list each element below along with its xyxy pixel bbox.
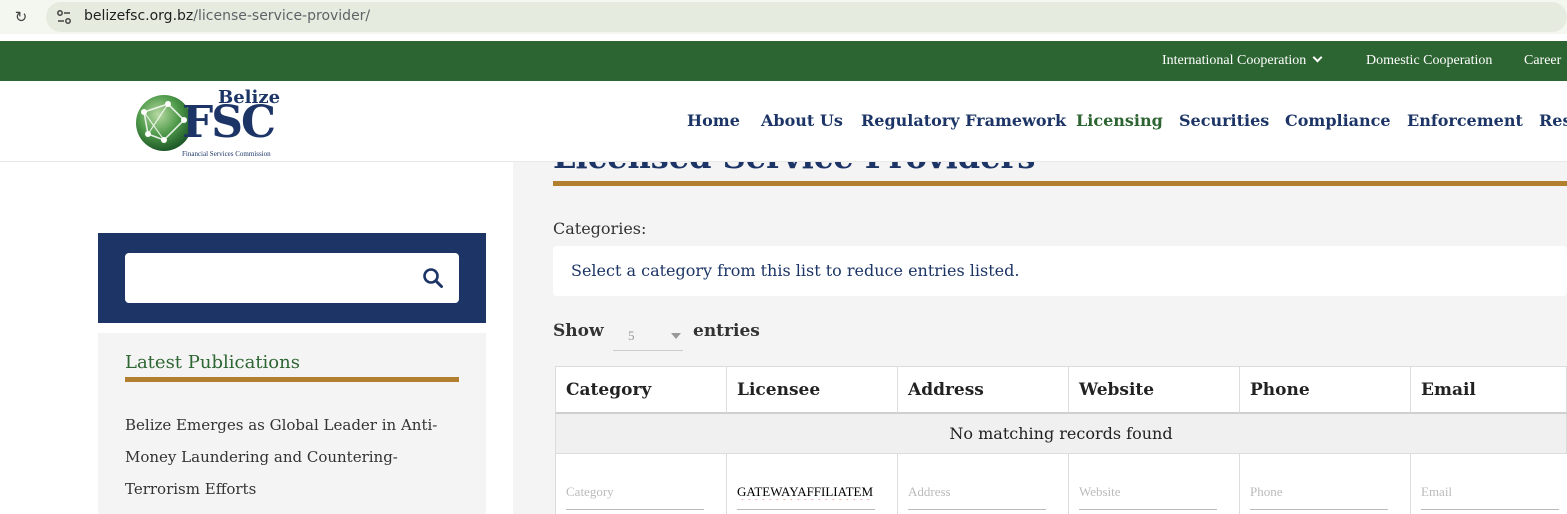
sidebar-search-panel: [98, 233, 486, 323]
latest-publications-panel: Latest Publications Belize Emerges as Gl…: [98, 333, 486, 514]
chevron-down-icon: [1312, 52, 1323, 63]
column-header-website[interactable]: Website: [1069, 367, 1240, 413]
divider: [553, 181, 1567, 186]
nav-item-resources[interactable]: Res: [1539, 111, 1567, 130]
category-select[interactable]: Select a category from this list to redu…: [553, 246, 1567, 296]
filter-cell: [727, 454, 898, 514]
table-header-row: Category Licensee Address Website Phone …: [555, 366, 1567, 414]
divider: [125, 377, 459, 382]
logo-subtitle: Financial Services Commission: [182, 150, 271, 158]
logo-fsc-text: FSC: [182, 97, 276, 148]
address-bar[interactable]: belizefsc.org.bz/license-service-provide…: [46, 2, 1567, 32]
topbar-item-domestic-cooperation[interactable]: Domestic Cooperation: [1366, 53, 1492, 69]
nav-item-licensing[interactable]: Licensing: [1076, 111, 1163, 130]
search-icon[interactable]: [422, 267, 444, 289]
empty-table-message: No matching records found: [555, 414, 1567, 454]
website-filter-input[interactable]: [1079, 474, 1217, 510]
browser-toolbar: ↻ belizefsc.org.bz/license-service-provi…: [0, 0, 1567, 34]
filter-cell: [1411, 454, 1567, 514]
topbar-item-international-cooperation[interactable]: International Cooperation: [1162, 52, 1323, 69]
entries-value: 5: [628, 328, 635, 343]
column-gutter: [486, 162, 513, 514]
column-header-licensee[interactable]: Licensee: [727, 367, 898, 413]
caret-down-icon: [671, 333, 681, 339]
nav-item-home[interactable]: Home: [687, 111, 740, 130]
main-content: Licensed Service Providers Categories: S…: [513, 162, 1567, 514]
category-select-text: Select a category from this list to redu…: [571, 261, 1020, 280]
utility-bar: International Cooperation Domestic Coope…: [0, 41, 1567, 81]
entries-per-page-select[interactable]: 5: [613, 318, 683, 351]
entries-label: entries: [693, 321, 760, 341]
table-filter-row: [555, 454, 1567, 514]
licensee-filter-input[interactable]: [737, 474, 875, 510]
site-info-icon[interactable]: [56, 9, 72, 25]
topbar-item-label: International Cooperation: [1162, 53, 1307, 68]
search-input[interactable]: [125, 253, 459, 303]
url-path: /license-service-provider/: [193, 8, 371, 24]
column-header-address[interactable]: Address: [898, 367, 1069, 413]
nav-item-about-us[interactable]: About Us: [761, 111, 843, 130]
topbar-item-career[interactable]: Career: [1524, 53, 1561, 69]
categories-label: Categories:: [553, 219, 647, 238]
reload-icon[interactable]: ↻: [10, 6, 32, 28]
publications-title: Latest Publications: [125, 352, 300, 373]
address-filter-input[interactable]: [908, 474, 1046, 510]
nav-item-securities[interactable]: Securities: [1179, 111, 1269, 130]
publication-link[interactable]: Belize Emerges as Global Leader in Anti-…: [125, 409, 459, 505]
show-label: Show: [553, 321, 604, 341]
nav-item-enforcement[interactable]: Enforcement: [1407, 111, 1523, 130]
filter-cell: [898, 454, 1069, 514]
nav-item-regulatory-framework[interactable]: Regulatory Framework: [861, 111, 1066, 130]
filter-cell: [1240, 454, 1411, 514]
category-filter-input[interactable]: [566, 474, 704, 510]
site-header: Belize FSC Financial Services Commission…: [0, 81, 1567, 162]
filter-cell: [556, 454, 727, 514]
url-text[interactable]: belizefsc.org.bz/license-service-provide…: [84, 8, 370, 24]
nav-item-compliance[interactable]: Compliance: [1285, 111, 1391, 130]
email-filter-input[interactable]: [1421, 474, 1559, 510]
page-title: Licensed Service Providers: [553, 162, 1035, 176]
column-header-phone[interactable]: Phone: [1240, 367, 1411, 413]
url-domain: belizefsc.org.bz: [84, 8, 194, 24]
column-header-email[interactable]: Email: [1411, 367, 1567, 413]
filter-cell: [1069, 454, 1240, 514]
site-logo[interactable]: Belize FSC Financial Services Commission: [134, 87, 284, 158]
phone-filter-input[interactable]: [1250, 474, 1388, 510]
column-header-category[interactable]: Category: [556, 367, 727, 413]
